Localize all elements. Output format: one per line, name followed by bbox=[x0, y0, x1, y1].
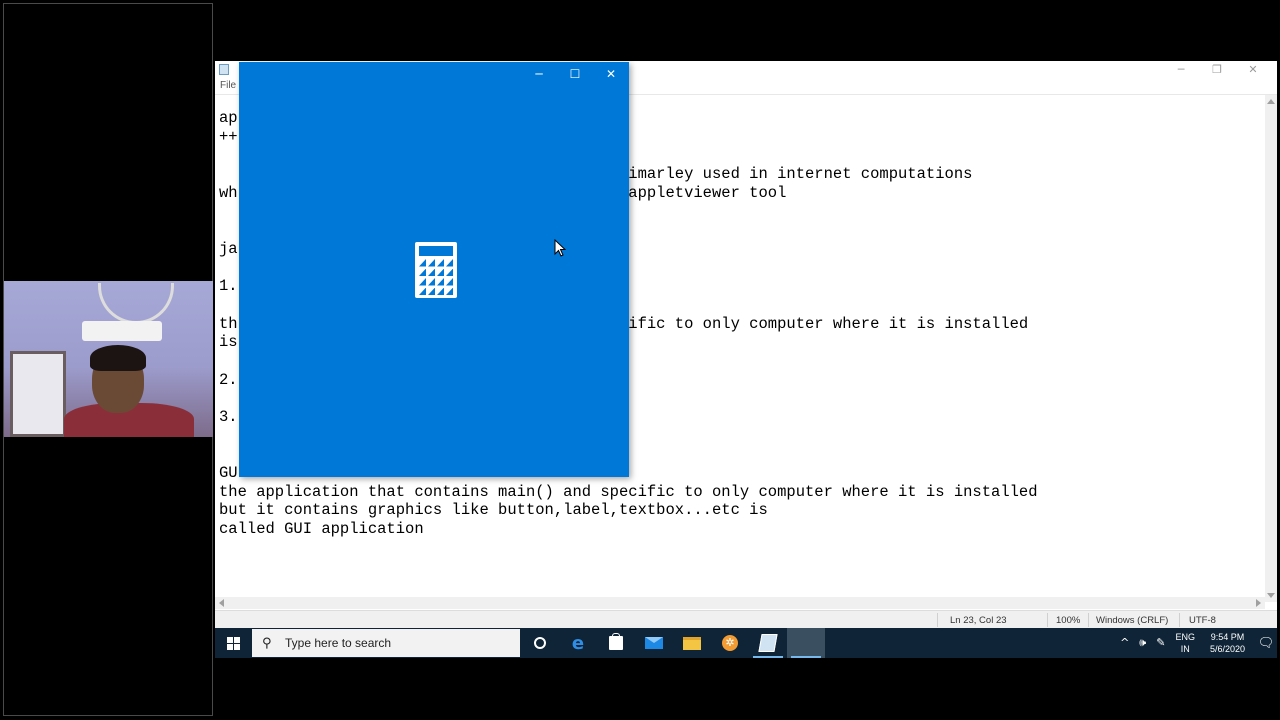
calculator-close-button[interactable]: ✕ bbox=[593, 62, 629, 86]
calculator-taskbar-button[interactable] bbox=[787, 628, 825, 658]
notepad-restore-button[interactable]: ❐ bbox=[1199, 61, 1235, 79]
pen-icon[interactable]: ✎ bbox=[1151, 637, 1170, 649]
language-bottom: IN bbox=[1180, 644, 1190, 654]
task-view-icon bbox=[534, 637, 546, 649]
text-line: but it contains graphics like button,lab… bbox=[219, 501, 768, 520]
notepad-icon bbox=[219, 64, 229, 75]
status-bar: Ln 23, Col 23 100% Windows (CRLF) UTF-8 bbox=[215, 610, 1277, 629]
show-hidden-icons-chevron-icon[interactable]: ^ bbox=[1115, 637, 1134, 649]
status-line-ending: Windows (CRLF) bbox=[1096, 615, 1169, 626]
status-divider bbox=[1179, 613, 1180, 627]
vertical-scrollbar[interactable] bbox=[1265, 95, 1277, 602]
scroll-up-arrow-icon[interactable] bbox=[1267, 99, 1275, 104]
clock-time: 9:54 PM bbox=[1210, 632, 1245, 642]
scroll-right-arrow-icon[interactable] bbox=[1256, 599, 1261, 607]
orange-app-button[interactable]: ✲ bbox=[711, 628, 749, 658]
status-divider bbox=[1047, 613, 1048, 627]
calculator-maximize-button[interactable]: ☐ bbox=[557, 62, 593, 86]
taskbar-search-box[interactable]: ⚲ Type here to search bbox=[252, 629, 520, 657]
notepad-minimize-button[interactable]: ─ bbox=[1163, 61, 1199, 79]
text-line: the application that contains main() and… bbox=[219, 482, 1038, 501]
horizontal-scrollbar[interactable] bbox=[215, 597, 1265, 609]
calculator-icon bbox=[415, 242, 457, 298]
windows-logo-icon bbox=[226, 636, 240, 650]
volume-icon[interactable]: 🕪 bbox=[1134, 637, 1151, 649]
calculator-window[interactable]: ─ ☐ ✕ bbox=[239, 62, 629, 477]
menu-file[interactable]: File bbox=[220, 80, 236, 91]
clock-date: 5/6/2020 bbox=[1209, 644, 1245, 654]
file-explorer-icon bbox=[683, 636, 701, 650]
mouse-cursor-icon bbox=[554, 239, 566, 257]
notification-icon[interactable]: 🗨 bbox=[1255, 628, 1277, 658]
notepad-icon bbox=[758, 634, 778, 652]
room-window bbox=[10, 351, 66, 437]
notepad-close-button[interactable]: ✕ bbox=[1235, 61, 1271, 79]
status-divider bbox=[1088, 613, 1089, 627]
language-indicator[interactable]: ENG IN bbox=[1170, 631, 1200, 655]
clock[interactable]: 9:54 PM 5/6/2020 bbox=[1200, 631, 1255, 655]
air-conditioner bbox=[82, 321, 162, 341]
search-icon: ⚲ bbox=[262, 635, 272, 651]
mail-icon bbox=[645, 637, 663, 649]
start-button[interactable] bbox=[215, 628, 251, 658]
scroll-down-arrow-icon[interactable] bbox=[1267, 593, 1275, 598]
store-icon bbox=[609, 633, 623, 650]
language-top: ENG bbox=[1175, 632, 1195, 642]
search-placeholder[interactable]: Type here to search bbox=[285, 636, 391, 650]
app-icon: ✲ bbox=[722, 635, 738, 651]
edge-icon: e bbox=[571, 632, 585, 654]
status-cursor-position: Ln 23, Col 23 bbox=[950, 615, 1007, 626]
system-tray: ^ 🕪 ✎ ENG IN 9:54 PM 5/6/2020 🗨 bbox=[1115, 628, 1277, 658]
notepad-taskbar-button[interactable] bbox=[749, 628, 787, 658]
status-divider bbox=[937, 613, 938, 627]
status-zoom: 100% bbox=[1056, 615, 1081, 626]
task-view-button[interactable] bbox=[521, 628, 559, 658]
ceiling-fan bbox=[98, 283, 174, 324]
edge-button[interactable]: e bbox=[559, 628, 597, 658]
calculator-minimize-button[interactable]: ─ bbox=[521, 62, 557, 86]
taskbar: ⚲ Type here to search e ✲ ^ 🕪 ✎ ENG IN 9… bbox=[215, 628, 1277, 658]
webcam-feed bbox=[4, 281, 213, 437]
scroll-left-arrow-icon[interactable] bbox=[219, 599, 224, 607]
text-line: called GUI application bbox=[219, 520, 424, 539]
file-explorer-button[interactable] bbox=[673, 628, 711, 658]
presenter-hair bbox=[90, 345, 146, 371]
store-button[interactable] bbox=[597, 628, 635, 658]
status-encoding: UTF-8 bbox=[1189, 615, 1216, 626]
mail-button[interactable] bbox=[635, 628, 673, 658]
